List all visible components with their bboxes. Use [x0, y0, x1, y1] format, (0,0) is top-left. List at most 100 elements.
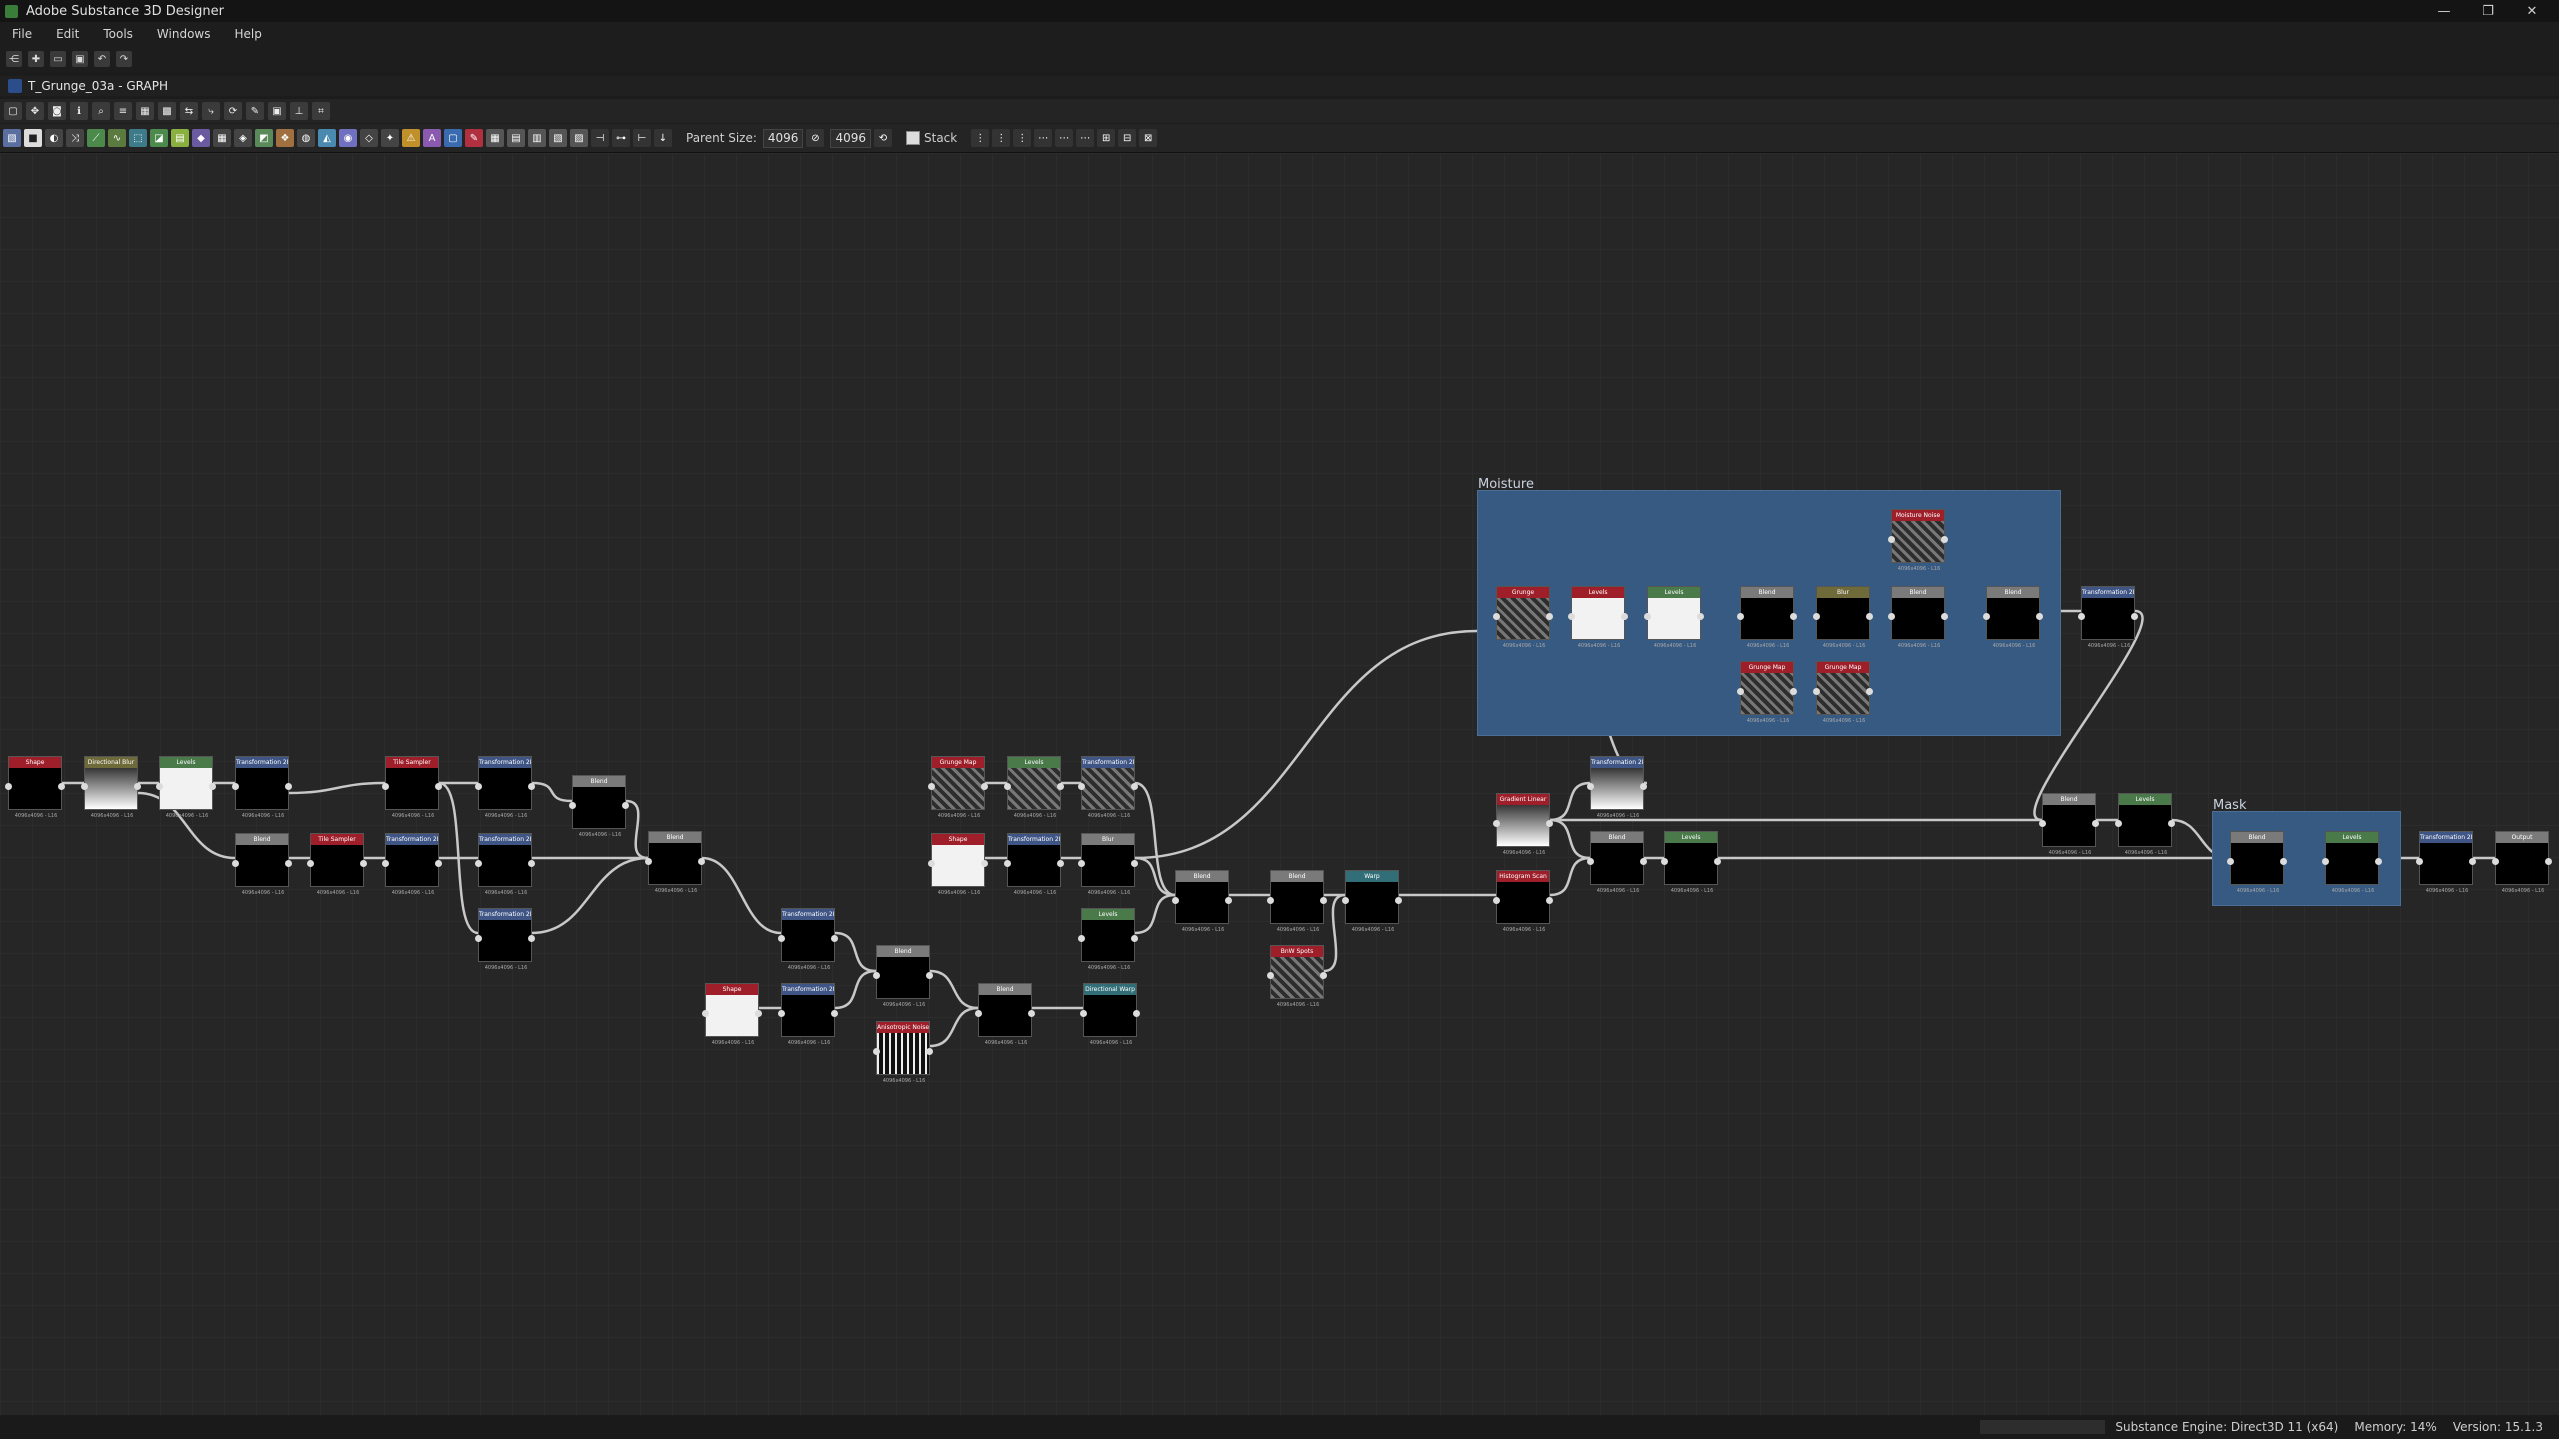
graph-node[interactable]: Levels 4096x4096 - L16	[1568, 586, 1628, 649]
distribute-2-icon[interactable]: ⋮	[992, 129, 1011, 147]
output-pin[interactable]	[528, 935, 535, 942]
output-pin[interactable]	[1057, 783, 1064, 790]
redo-icon[interactable]: ↷	[116, 51, 132, 67]
refresh-icon[interactable]: ⟳	[224, 102, 242, 120]
input-pin[interactable]	[1493, 820, 1500, 827]
output-pin[interactable]	[1941, 613, 1948, 620]
input-pin[interactable]	[1587, 858, 1594, 865]
output-pin[interactable]	[2168, 820, 2175, 827]
view-5-icon[interactable]: ▨	[570, 129, 588, 147]
graph-node[interactable]: Blend 4096x4096 - L16	[569, 775, 629, 838]
curve-icon[interactable]: ∿	[108, 129, 126, 147]
graph-node[interactable]: Directional Warp 4096x4096 - L16	[1080, 983, 1140, 1046]
snap-2-icon[interactable]: ⊟	[1118, 129, 1137, 147]
distribute-5-icon[interactable]: ⋯	[1055, 129, 1074, 147]
graph-node[interactable]: Transformation 2D 4096x4096 - L16	[778, 983, 838, 1046]
graph-node[interactable]: BnW Spots 4096x4096 - L16	[1267, 945, 1327, 1008]
input-pin[interactable]	[928, 783, 935, 790]
close-button[interactable]: ✕	[2512, 0, 2552, 22]
connection-wire[interactable]	[531, 781, 573, 803]
graph-node[interactable]: Blend 4096x4096 - L16	[232, 833, 292, 896]
output-pin[interactable]	[1028, 1010, 1035, 1017]
output-pin[interactable]	[285, 860, 292, 867]
output-pin[interactable]	[2280, 858, 2287, 865]
tools-icon[interactable]: ✎	[246, 102, 264, 120]
connection-wire[interactable]	[929, 969, 979, 1010]
distance-icon[interactable]: ◈	[234, 129, 252, 147]
graph-node[interactable]: Grunge Map 4096x4096 - L16	[1813, 661, 1873, 724]
input-pin[interactable]	[1813, 613, 1820, 620]
input-pin[interactable]	[5, 783, 12, 790]
input-pin[interactable]	[2322, 858, 2329, 865]
zoom-icon[interactable]: ⌕	[92, 102, 110, 120]
align-right-icon[interactable]: ⊢	[633, 129, 651, 147]
output-pin[interactable]	[435, 783, 442, 790]
input-pin[interactable]	[1983, 613, 1990, 620]
menu-help[interactable]: Help	[234, 27, 261, 41]
input-pin[interactable]	[1004, 783, 1011, 790]
output-pin[interactable]	[435, 860, 442, 867]
graph-node[interactable]: Blend 4096x4096 - L16	[645, 831, 705, 894]
graph-node[interactable]: Transformation 2D 4096x4096 - L16	[1004, 833, 1064, 896]
graph-node[interactable]: Transformation 2D 4096x4096 - L16	[2078, 586, 2138, 649]
output-pin[interactable]	[1546, 613, 1553, 620]
input-pin[interactable]	[81, 783, 88, 790]
input-pin[interactable]	[2078, 613, 2085, 620]
connection-wire[interactable]	[625, 799, 649, 860]
graph-node[interactable]: Transformation 2D 4096x4096 - L16	[778, 908, 838, 971]
input-pin[interactable]	[2416, 858, 2423, 865]
graph-node[interactable]: Shape 4096x4096 - L16	[702, 983, 762, 1046]
blend-icon[interactable]: ◐	[45, 129, 63, 147]
output-pin[interactable]	[2092, 820, 2099, 827]
distribute-4-icon[interactable]: ⋯	[1034, 129, 1053, 147]
graph-node[interactable]: Blur 4096x4096 - L16	[1813, 586, 1873, 649]
save-icon[interactable]: ▣	[72, 51, 88, 67]
levels-icon[interactable]: ⟋	[87, 129, 105, 147]
graph-node[interactable]: Transformation 2D 4096x4096 - L16	[232, 756, 292, 819]
snap-1-icon[interactable]: ⊞	[1097, 129, 1116, 147]
graph-node[interactable]: Blur 4096x4096 - L16	[1078, 833, 1138, 896]
output-pin[interactable]	[1320, 897, 1327, 904]
output-pin[interactable]	[1546, 897, 1553, 904]
align-center-icon[interactable]: ⊶	[612, 129, 630, 147]
hsl-icon[interactable]: ◪	[150, 129, 168, 147]
connection-wire[interactable]	[701, 856, 782, 935]
output-pin[interactable]	[1225, 897, 1232, 904]
graph-node[interactable]: Blend 4096x4096 - L16	[1172, 870, 1232, 933]
connection-wire[interactable]	[1549, 818, 1591, 860]
align-icon[interactable]: ≡	[114, 102, 132, 120]
graph-node[interactable]: Histogram Scan 4096x4096 - L16	[1493, 870, 1553, 933]
input-pin[interactable]	[1737, 688, 1744, 695]
graph-node[interactable]: Moisture Noise 4096x4096 - L16	[1888, 509, 1948, 572]
output-pin[interactable]	[1621, 613, 1628, 620]
input-pin[interactable]	[382, 860, 389, 867]
input-pin[interactable]	[928, 860, 935, 867]
gradient-map-icon[interactable]: ▤	[171, 129, 189, 147]
graph-node[interactable]: Tile Sampler 4096x4096 - L16	[382, 756, 442, 819]
new-graph-icon[interactable]: ⋲	[6, 51, 22, 67]
new-package-icon[interactable]: ✚	[28, 51, 44, 67]
output-pin[interactable]	[926, 972, 933, 979]
connection-wire[interactable]	[1549, 856, 1591, 897]
warp-icon[interactable]: ◩	[255, 129, 273, 147]
view-3-icon[interactable]: ▥	[528, 129, 546, 147]
input-pin[interactable]	[2039, 820, 2046, 827]
input-pin[interactable]	[975, 1010, 982, 1017]
crop-icon[interactable]: ⌗	[312, 102, 330, 120]
transform-icon[interactable]: ⬚	[129, 129, 147, 147]
input-pin[interactable]	[1568, 613, 1575, 620]
layout-icon[interactable]: ▦	[136, 102, 154, 120]
graph-node[interactable]: Transformation 2D 4096x4096 - L16	[1587, 756, 1647, 819]
output-pin[interactable]	[698, 858, 705, 865]
connection-wire[interactable]	[1549, 781, 1591, 822]
input-pin[interactable]	[1078, 935, 1085, 942]
tile-icon[interactable]: ▦	[213, 129, 231, 147]
distribute-3-icon[interactable]: ⋮	[1013, 129, 1032, 147]
fx-icon[interactable]: ✦	[381, 129, 399, 147]
output-pin[interactable]	[1640, 783, 1647, 790]
graph-node[interactable]: Blend 4096x4096 - L16	[2227, 831, 2287, 894]
connection-wire[interactable]	[531, 856, 649, 935]
graph-node[interactable]: Shape 4096x4096 - L16	[5, 756, 65, 819]
normal-icon[interactable]: ◍	[297, 129, 315, 147]
graph-node[interactable]: Transformation 2D 4096x4096 - L16	[1078, 756, 1138, 819]
